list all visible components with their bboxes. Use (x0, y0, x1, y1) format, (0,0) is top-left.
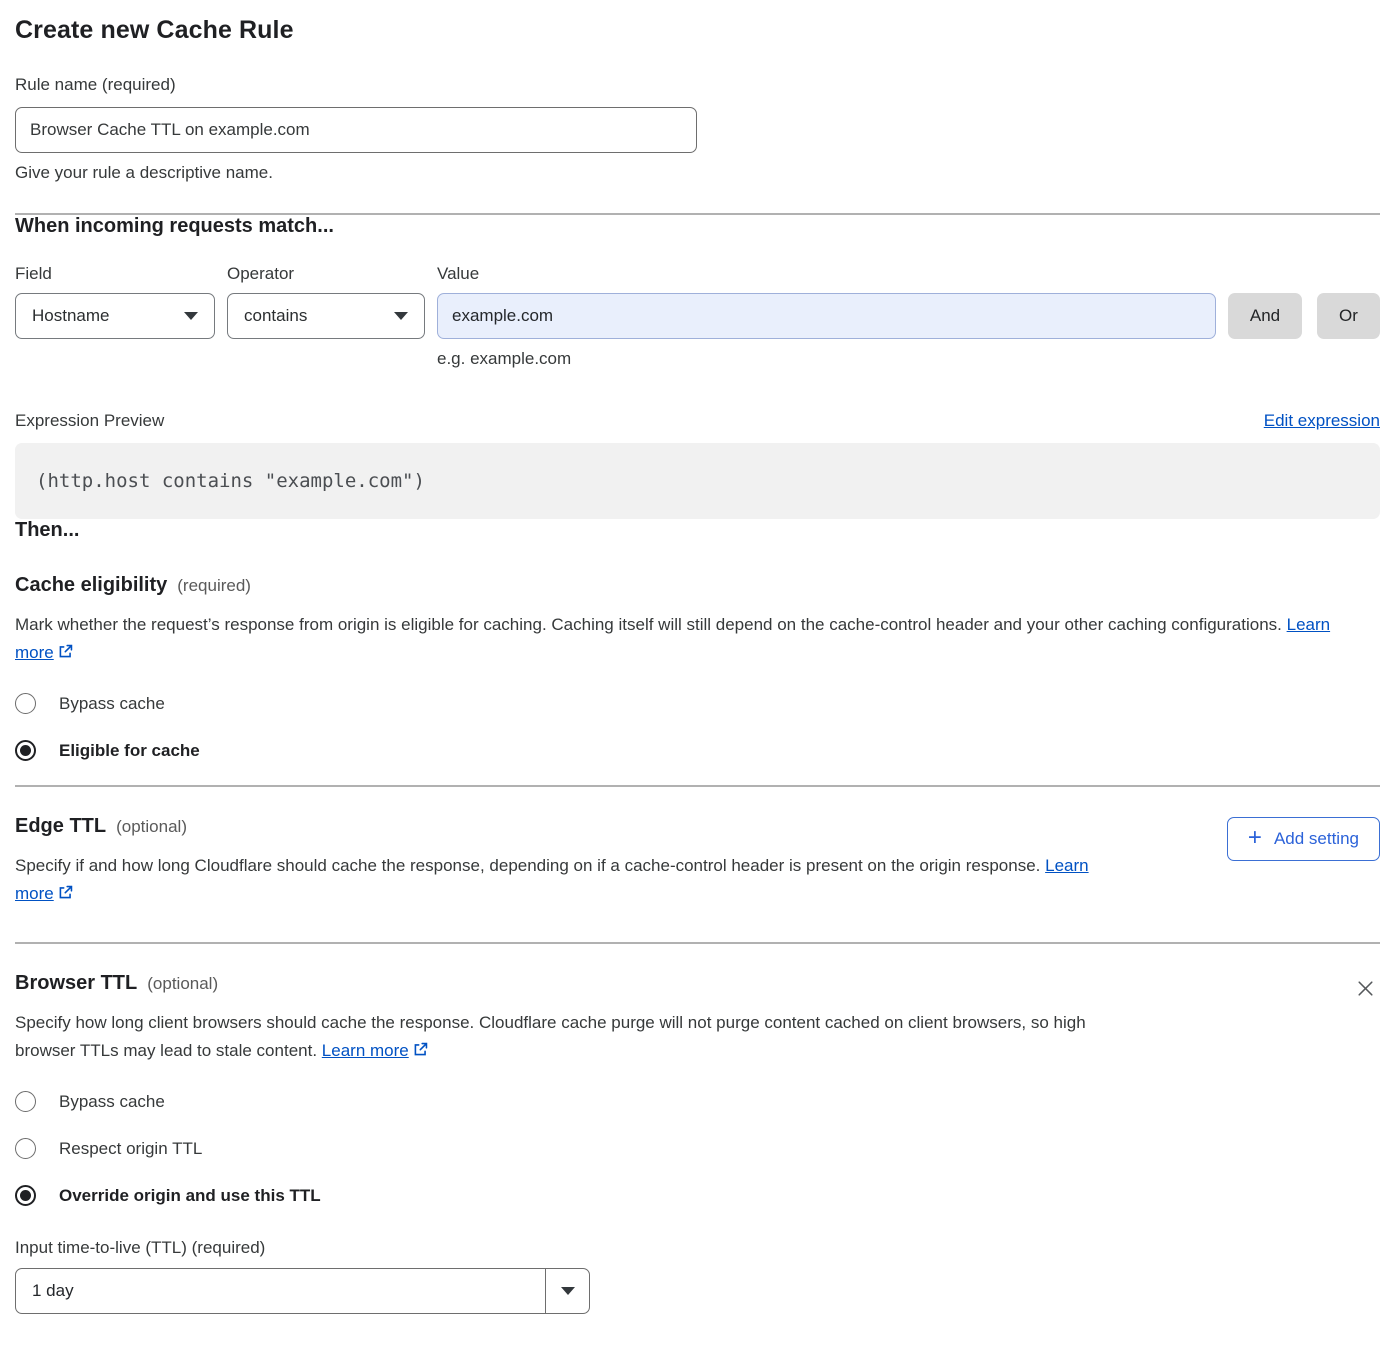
field-select-value: Hostname (32, 306, 109, 326)
external-link-icon (412, 1039, 429, 1067)
expression-preview-label: Expression Preview (15, 411, 164, 431)
rule-name-input[interactable] (15, 107, 697, 153)
edge-ttl-title-row: Edge TTL (optional) (15, 815, 1110, 838)
radio-label: Bypass cache (59, 694, 165, 714)
then-heading: Then... (15, 519, 1380, 542)
browser-ttl-description-text: Specify how long client browsers should … (15, 1013, 1086, 1060)
rule-name-help: Give your rule a descriptive name. (15, 163, 1380, 183)
radio-option-eligible-for-cache[interactable]: Eligible for cache (15, 740, 1380, 761)
radio-checked-icon[interactable] (15, 740, 36, 761)
operator-select[interactable]: contains (227, 293, 425, 339)
expression-code: (http.host contains "example.com") (15, 443, 1380, 519)
value-input[interactable] (437, 293, 1216, 339)
browser-ttl-section: Browser TTL (optional) Specify how long … (15, 972, 1380, 1067)
radio-option-respect-origin-ttl[interactable]: Respect origin TTL (15, 1138, 1380, 1159)
add-setting-button[interactable]: + Add setting (1227, 817, 1380, 861)
section-divider (15, 942, 1380, 944)
ttl-select-arrow-button[interactable] (545, 1269, 589, 1313)
plus-icon: + (1248, 826, 1262, 850)
browser-ttl-title-row: Browser TTL (optional) (15, 972, 1110, 995)
edge-ttl-description: Specify if and how long Cloudflare shoul… (15, 852, 1110, 910)
create-cache-rule-form: Create new Cache Rule Rule name (require… (0, 0, 1400, 1354)
ttl-select-value: 1 day (16, 1269, 545, 1313)
or-button[interactable]: Or (1317, 293, 1380, 339)
edge-ttl-description-text: Specify if and how long Cloudflare shoul… (15, 856, 1040, 875)
match-heading: When incoming requests match... (15, 215, 1380, 238)
edge-ttl-optional-tag: (optional) (116, 817, 187, 837)
external-link-icon (57, 641, 74, 669)
browser-ttl-description: Specify how long client browsers should … (15, 1009, 1110, 1067)
cache-eligibility-options: Bypass cache Eligible for cache (15, 693, 1380, 761)
radio-option-bypass-cache[interactable]: Bypass cache (15, 693, 1380, 714)
remove-browser-ttl-button[interactable] (1351, 974, 1380, 1003)
and-button[interactable]: And (1228, 293, 1302, 339)
radio-option-bypass-cache[interactable]: Bypass cache (15, 1091, 1380, 1112)
edge-ttl-title: Edge TTL (15, 815, 106, 838)
radio-label: Respect origin TTL (59, 1139, 202, 1159)
radio-label: Override origin and use this TTL (59, 1186, 321, 1206)
value-label: Value (437, 264, 479, 284)
radio-label: Eligible for cache (59, 741, 200, 761)
ttl-select[interactable]: 1 day (15, 1268, 590, 1314)
radio-unchecked-icon[interactable] (15, 1138, 36, 1159)
browser-ttl-options: Bypass cache Respect origin TTL Override… (15, 1091, 1380, 1206)
radio-unchecked-icon[interactable] (15, 693, 36, 714)
browser-ttl-optional-tag: (optional) (147, 974, 218, 994)
field-label: Field (15, 264, 227, 284)
chevron-down-icon (394, 312, 408, 320)
radio-checked-icon[interactable] (15, 1185, 36, 1206)
edge-ttl-section: Edge TTL (optional) Specify if and how l… (15, 815, 1380, 910)
value-help: e.g. example.com (437, 349, 1380, 369)
radio-option-override-origin-ttl[interactable]: Override origin and use this TTL (15, 1185, 1380, 1206)
edge-ttl-text-block: Edge TTL (optional) Specify if and how l… (15, 815, 1110, 910)
expression-preview-row: Expression Preview Edit expression (15, 411, 1380, 431)
cache-eligibility-required-tag: (required) (177, 576, 251, 596)
browser-ttl-title: Browser TTL (15, 972, 137, 995)
radio-label: Bypass cache (59, 1092, 165, 1112)
page-title: Create new Cache Rule (15, 16, 1380, 45)
ttl-input-label: Input time-to-live (TTL) (required) (15, 1238, 1380, 1258)
cache-eligibility-description: Mark whether the request’s response from… (15, 611, 1355, 669)
condition-row: Hostname contains And Or (15, 293, 1380, 339)
browser-ttl-text-block: Browser TTL (optional) Specify how long … (15, 972, 1110, 1067)
rule-name-label: Rule name (required) (15, 75, 1380, 95)
external-link-icon (57, 882, 74, 910)
radio-unchecked-icon[interactable] (15, 1091, 36, 1112)
cache-eligibility-title-row: Cache eligibility (required) (15, 574, 1380, 597)
cache-eligibility-title: Cache eligibility (15, 574, 167, 597)
operator-select-value: contains (244, 306, 307, 326)
section-divider (15, 785, 1380, 787)
chevron-down-icon (184, 312, 198, 320)
field-select[interactable]: Hostname (15, 293, 215, 339)
condition-labels: Field Operator Value (15, 264, 1380, 284)
close-icon (1355, 978, 1376, 999)
browser-ttl-learn-more-link[interactable]: Learn more (322, 1041, 409, 1060)
cache-eligibility-description-text: Mark whether the request’s response from… (15, 615, 1282, 634)
operator-label: Operator (227, 264, 437, 284)
add-setting-label: Add setting (1274, 829, 1359, 849)
edit-expression-link[interactable]: Edit expression (1264, 411, 1380, 431)
chevron-down-icon (561, 1287, 575, 1295)
